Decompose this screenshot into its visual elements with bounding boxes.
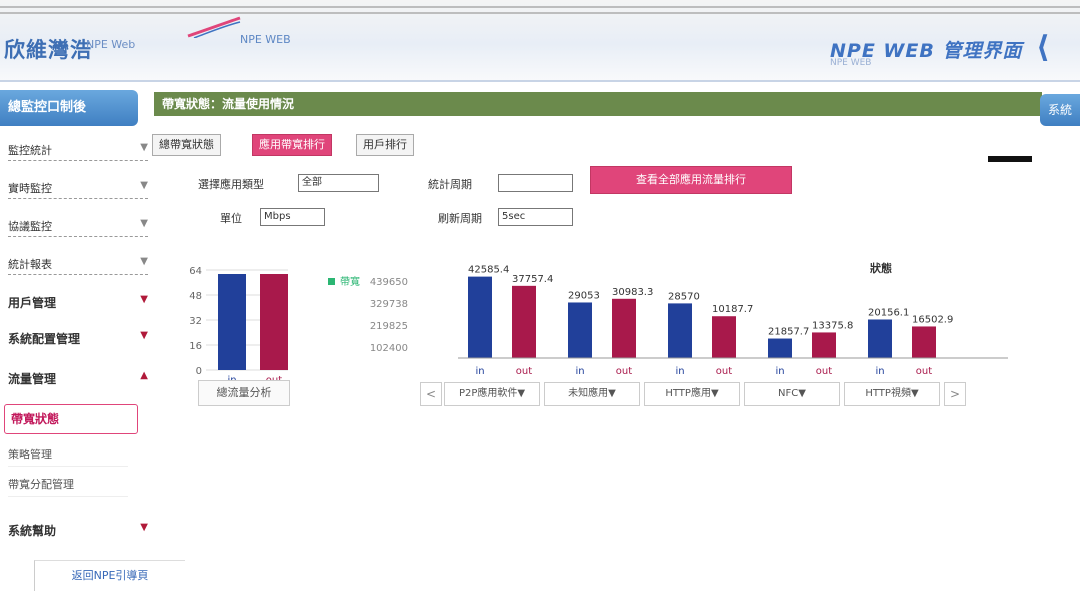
legend-label: 帶寬 bbox=[340, 275, 360, 288]
brand-tagline: NPE WEB bbox=[240, 33, 291, 46]
x-tick-label: in bbox=[575, 366, 584, 377]
filter-p2p-button[interactable]: P2P應用軟件▼ bbox=[444, 382, 540, 406]
chevron-down-icon: ▼ bbox=[140, 180, 148, 191]
brand-logo-text: 欣維灣浩 bbox=[4, 38, 92, 62]
sidebar-group-help[interactable]: 系統幫助 ▼ bbox=[8, 522, 148, 539]
x-tick-label: in bbox=[775, 366, 784, 377]
sidebar-item-policy[interactable]: 策略管理 bbox=[8, 446, 128, 467]
return-npe-guide-link[interactable]: 返回NPE引導頁 bbox=[34, 560, 185, 591]
chevron-down-icon: ▼ bbox=[140, 218, 148, 229]
y-tick-label: 32 bbox=[189, 316, 202, 327]
sidebar-item-realtime[interactable]: 實時監控 ▼ bbox=[8, 180, 148, 199]
sidebar-group-system[interactable]: 系統配置管理 ▼ bbox=[8, 330, 148, 347]
sidebar-item-reports[interactable]: 統計報表 ▼ bbox=[8, 256, 148, 275]
sidebar-item-label: 統計報表 bbox=[8, 258, 52, 271]
y-tick-label: 16 bbox=[189, 341, 202, 352]
legend-value: 439650 bbox=[370, 277, 408, 288]
sidebar-group-users[interactable]: 用戶管理 ▼ bbox=[8, 294, 148, 311]
filter-nfc-button[interactable]: NFC▼ bbox=[744, 382, 840, 406]
x-tick-label: out bbox=[716, 366, 732, 377]
data-label: 10187.7 bbox=[712, 304, 753, 315]
filter-unknown-button[interactable]: 未知應用▼ bbox=[544, 382, 640, 406]
chevron-down-icon: ▼ bbox=[140, 522, 148, 533]
bar-out bbox=[612, 298, 636, 358]
sidebar-group-label: 流量管理 bbox=[8, 372, 57, 386]
chevron-up-icon: ▲ bbox=[140, 370, 148, 381]
page-header: 欣維灣浩 NPE Web NPE WEB NPE WEB 管理界面 NPE WE… bbox=[0, 0, 1080, 82]
data-label: 30983.3 bbox=[612, 287, 653, 298]
sidebar-group-label: 系統幫助 bbox=[8, 524, 57, 538]
back-arrow-icon[interactable]: ⟨ bbox=[1036, 30, 1050, 65]
bar-out bbox=[260, 274, 288, 370]
page-subtitle: NPE WEB bbox=[830, 58, 872, 68]
data-label: 42585.4 bbox=[468, 265, 509, 276]
bar-in bbox=[218, 274, 246, 370]
bar-in bbox=[768, 338, 792, 358]
legend-value: 219825 bbox=[370, 321, 408, 332]
bar-out bbox=[912, 326, 936, 358]
data-label: 16502.9 bbox=[912, 314, 953, 325]
total-flow-analysis-button[interactable]: 總流量分析 bbox=[198, 380, 290, 406]
legend-swatch bbox=[328, 278, 335, 285]
x-tick-label: out bbox=[616, 366, 632, 377]
sidebar-group-label: 用戶管理 bbox=[8, 296, 57, 310]
data-label: 13375.8 bbox=[812, 320, 853, 331]
chevron-down-icon: ▼ bbox=[140, 142, 148, 153]
header-stripe bbox=[0, 12, 1080, 14]
legend-value: 329738 bbox=[370, 299, 408, 310]
legend-value: 102400 bbox=[370, 343, 408, 354]
sidebar-item-label: 實時監控 bbox=[8, 182, 52, 195]
bar-out bbox=[712, 316, 736, 358]
bar-in bbox=[468, 276, 492, 358]
brand-subtitle: NPE Web bbox=[86, 38, 136, 51]
right-collapsed-panel: 系統 bbox=[1036, 90, 1080, 530]
sidebar-group-traffic[interactable]: 流量管理 ▲ bbox=[8, 370, 148, 387]
sidebar-item-label: 協議監控 bbox=[8, 220, 52, 233]
data-label: 21857.7 bbox=[768, 327, 809, 338]
data-label: 28570 bbox=[668, 291, 700, 302]
bar-in bbox=[568, 302, 592, 358]
x-tick-label: in bbox=[675, 366, 684, 377]
bandwidth-bar-chart: 64 48 32 16 0 in out 帶寬 439650 329738 219825 102400… bbox=[189, 265, 1008, 386]
data-label: 29053 bbox=[568, 290, 600, 301]
filter-http-button[interactable]: HTTP應用▼ bbox=[644, 382, 740, 406]
chevron-down-icon: ▼ bbox=[140, 330, 148, 341]
bar-out bbox=[512, 285, 536, 358]
sidebar-item-protocol[interactable]: 協議監控 ▼ bbox=[8, 218, 148, 237]
bar-in bbox=[668, 303, 692, 358]
chevron-left-icon[interactable]: < bbox=[420, 382, 442, 406]
x-tick-label: out bbox=[816, 366, 832, 377]
sidebar-item-label: 監控統計 bbox=[8, 144, 52, 157]
y-tick-label: 48 bbox=[189, 291, 202, 302]
y-tick-label: 0 bbox=[196, 366, 202, 377]
bar-out bbox=[812, 332, 836, 358]
main-panel: 帶寬狀態：流量使用情況 總帶寬狀態 應用帶寬排行 用戶排行 選擇應用類型 全部 … bbox=[148, 86, 1048, 416]
brand-swoosh-icon bbox=[187, 16, 241, 38]
sidebar-item-bandwidth-alloc[interactable]: 帶寬分配管理 bbox=[8, 476, 128, 497]
bar-in bbox=[868, 319, 892, 358]
data-label: 37757.4 bbox=[512, 274, 553, 285]
chevron-right-icon[interactable]: > bbox=[944, 382, 966, 406]
y-tick-label: 64 bbox=[189, 266, 202, 277]
chevron-down-icon: ▼ bbox=[140, 294, 148, 305]
x-tick-label: out bbox=[916, 366, 932, 377]
header-stripe bbox=[0, 6, 1080, 8]
sidebar-group-label: 系統配置管理 bbox=[8, 332, 81, 346]
data-label: 20156.1 bbox=[868, 307, 909, 318]
sidebar-header[interactable]: 總監控口制後 bbox=[0, 90, 138, 126]
right-panel-header[interactable]: 系統 bbox=[1040, 94, 1080, 126]
x-tick-label: in bbox=[475, 366, 484, 377]
x-tick-label: out bbox=[516, 366, 532, 377]
chevron-down-icon: ▼ bbox=[140, 256, 148, 267]
sidebar-item-bandwidth-status[interactable]: 帶寬狀態 bbox=[4, 404, 138, 434]
sidebar-item-monitor-stats[interactable]: 監控統計 ▼ bbox=[8, 142, 148, 161]
x-tick-label: in bbox=[875, 366, 884, 377]
filter-http-video-button[interactable]: HTTP視頻▼ bbox=[844, 382, 940, 406]
